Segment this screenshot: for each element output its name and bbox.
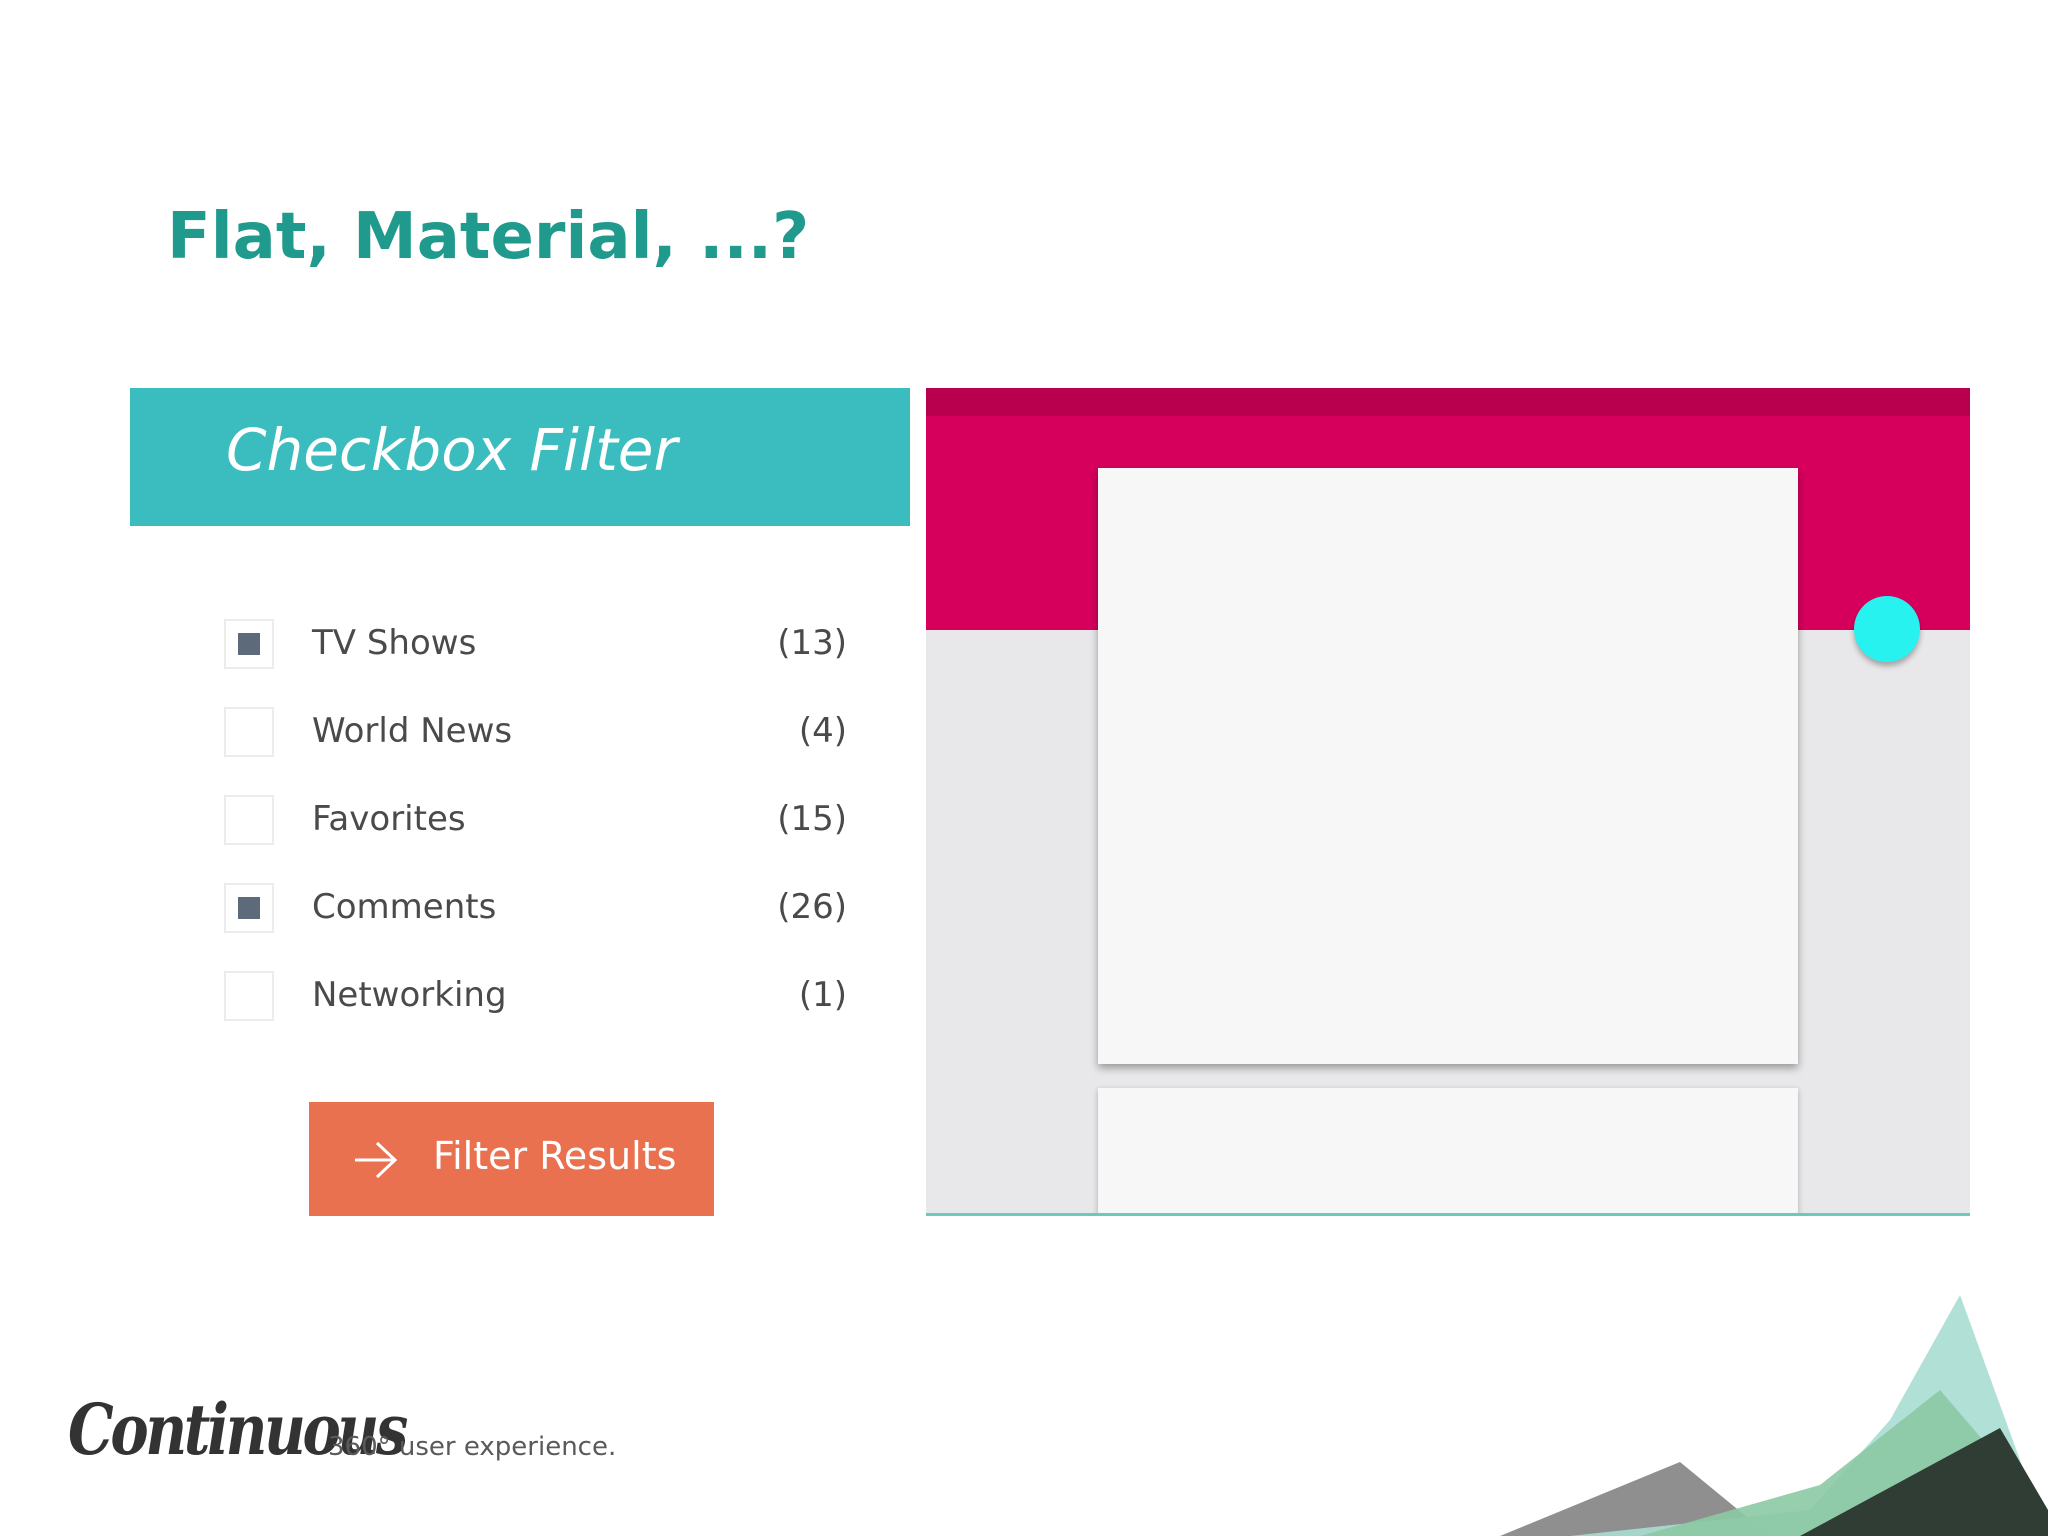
checkbox-tv-shows[interactable] [224,619,274,669]
filter-count: (4) [798,711,847,751]
checkbox-comments[interactable] [224,883,274,933]
filter-count: (26) [777,887,847,927]
filter-row-tv-shows[interactable]: TV Shows (13) [222,613,847,701]
filter-row-world-news[interactable]: World News (4) [222,701,847,789]
filter-results-label: Filter Results [433,1134,677,1178]
slide-title: Flat, Material, ...? [167,200,810,274]
filter-list: TV Shows (13) World News (4) Favorites (… [222,613,847,1053]
mountain-decoration-icon [1500,1295,2048,1536]
material-mockup-panel [926,388,1970,1216]
filter-label: World News [312,711,513,751]
filter-header: Checkbox Filter [130,388,910,526]
filter-label: Favorites [312,799,466,839]
arrow-right-icon [355,1141,398,1179]
filter-row-networking[interactable]: Networking (1) [222,965,847,1053]
checkbox-world-news[interactable] [224,707,274,757]
filter-count: (13) [777,623,847,663]
slide: Flat, Material, ...? Checkbox Filter TV … [0,0,2048,1536]
material-card[interactable] [1098,468,1798,1064]
checkbox-favorites[interactable] [224,795,274,845]
filter-results-button[interactable]: Filter Results [309,1102,714,1216]
checkbox-filter-panel: Checkbox Filter TV Shows (13) World News… [130,388,910,1216]
status-bar [926,388,1970,416]
filter-count: (15) [777,799,847,839]
floating-action-button[interactable] [1854,596,1920,662]
filter-label: Comments [312,887,497,927]
filter-row-comments[interactable]: Comments (26) [222,877,847,965]
filter-header-title: Checkbox Filter [226,416,678,484]
filter-count: (1) [798,975,847,1015]
brand-tagline: 360° user experience. [328,1432,617,1462]
material-card-secondary[interactable] [1098,1088,1798,1213]
filter-label: TV Shows [312,623,477,663]
checkbox-networking[interactable] [224,971,274,1021]
filter-row-favorites[interactable]: Favorites (15) [222,789,847,877]
filter-label: Networking [312,975,507,1015]
